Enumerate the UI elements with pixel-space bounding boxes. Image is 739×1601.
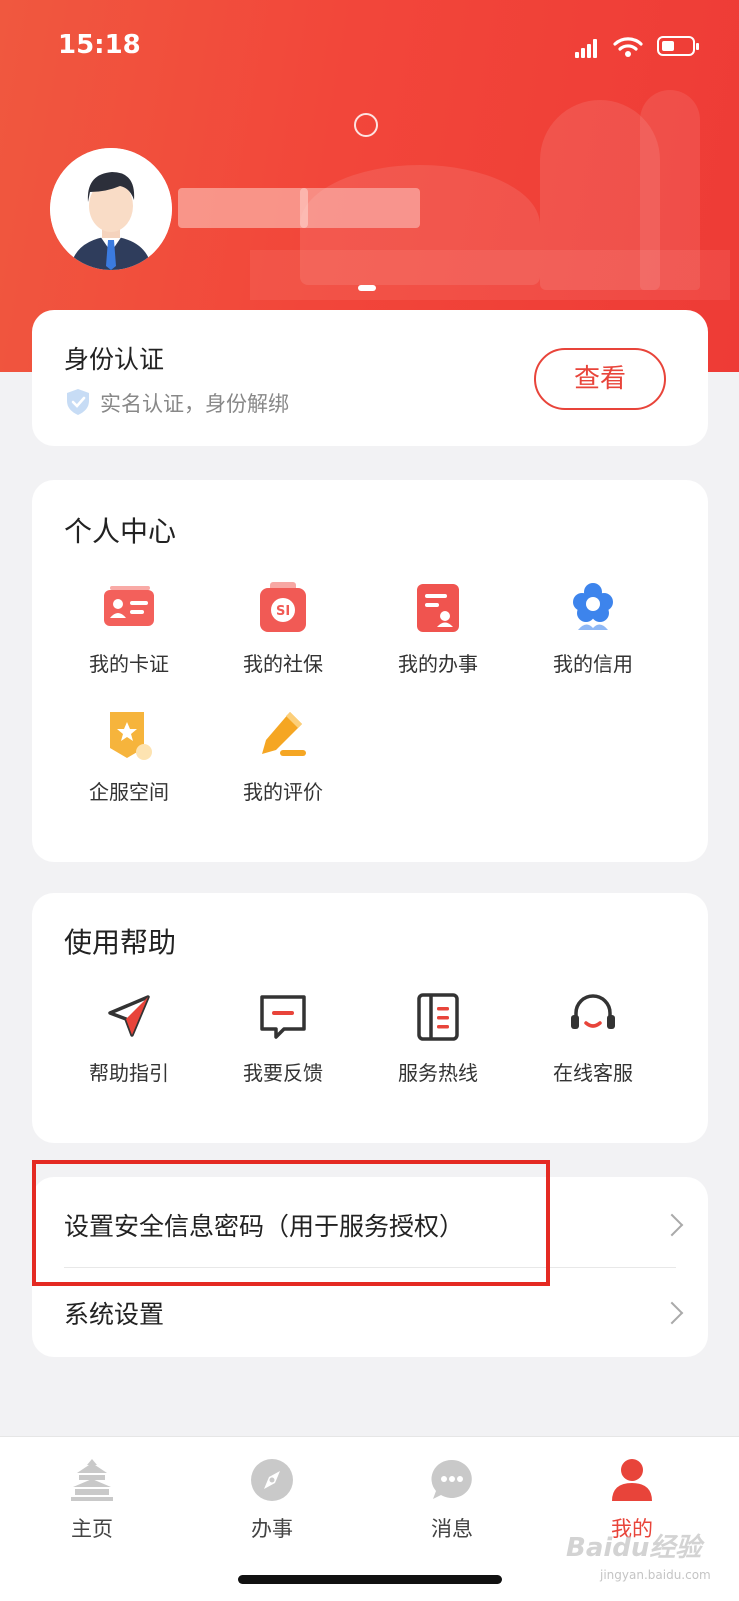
wifi-icon — [613, 37, 643, 57]
hotline-book-icon — [409, 989, 467, 1045]
grid-item-label: 我的评价 — [243, 780, 323, 804]
review-pen-icon — [254, 708, 312, 764]
annotation-highlight-box — [32, 1160, 550, 1286]
banner-page-indicator — [358, 285, 376, 291]
grid-item-label: 我的信用 — [553, 652, 633, 676]
grid-item-label: 帮助指引 — [89, 1061, 169, 1085]
identity-subtitle: 实名认证，身份解绑 — [100, 392, 289, 416]
list-item-system-settings[interactable]: 系统设置 — [64, 1295, 676, 1331]
masked-username — [300, 188, 420, 228]
grid-item-social-security[interactable]: SI 我的社保 — [204, 580, 362, 677]
battery-icon — [657, 36, 699, 56]
credit-flower-icon — [564, 580, 622, 636]
grid-item-label: 我的卡证 — [89, 652, 169, 676]
list-item-label: 系统设置 — [64, 1300, 165, 1329]
headset-icon — [564, 989, 622, 1045]
personal-center-card: 个人中心 我的卡证 SI 我的社保 我的办事 我的信用 企服空间 我的评价 — [32, 480, 708, 862]
avatar[interactable] — [50, 148, 172, 270]
grid-item-label: 在线客服 — [553, 1061, 633, 1085]
banner-decoration — [640, 90, 700, 290]
baidu-watermark-url: jingyan.baidu.com — [600, 1568, 711, 1582]
cellular-signal-icon — [575, 38, 601, 58]
grid-item-label: 我的办事 — [398, 652, 478, 676]
grid-item-enterprise-space[interactable]: 企服空间 — [50, 708, 208, 805]
view-button[interactable]: 查看 — [534, 348, 666, 410]
banner-ring-decoration — [354, 113, 378, 137]
tab-label: 主页 — [71, 1517, 113, 1541]
grid-item-online-service[interactable]: 在线客服 — [514, 989, 672, 1086]
grid-item-label: 我要反馈 — [243, 1061, 323, 1085]
id-card-icon — [100, 580, 158, 636]
tab-label: 办事 — [251, 1517, 293, 1541]
section-title: 使用帮助 — [64, 926, 177, 959]
temple-icon — [69, 1457, 115, 1503]
tab-label: 消息 — [431, 1517, 473, 1541]
chat-bubble-icon — [429, 1457, 475, 1503]
enterprise-star-icon — [100, 708, 158, 764]
grid-item-label: 服务热线 — [398, 1061, 478, 1085]
status-time: 15:18 — [58, 30, 141, 60]
grid-item-my-affairs[interactable]: 我的办事 — [359, 580, 517, 677]
section-title: 个人中心 — [64, 515, 177, 548]
grid-item-label: 我的社保 — [243, 652, 323, 676]
tab-affairs[interactable]: 办事 — [212, 1457, 332, 1543]
affairs-doc-icon — [409, 580, 467, 636]
grid-item-service-hotline[interactable]: 服务热线 — [359, 989, 517, 1086]
grid-item-feedback[interactable]: 我要反馈 — [204, 989, 362, 1086]
tab-messages[interactable]: 消息 — [392, 1457, 512, 1543]
grid-item-my-cards[interactable]: 我的卡证 — [50, 580, 208, 677]
tab-home[interactable]: 主页 — [32, 1457, 152, 1543]
identity-verification-card: 身份认证 实名认证，身份解绑 查看 — [32, 310, 708, 446]
usage-help-card: 使用帮助 帮助指引 我要反馈 服务热线 在线客服 — [32, 893, 708, 1143]
user-avatar-icon — [50, 148, 172, 270]
svg-text:SI: SI — [276, 604, 290, 619]
shield-check-icon — [67, 389, 89, 415]
feedback-message-icon — [254, 989, 312, 1045]
grid-item-label: 企服空间 — [89, 780, 169, 804]
identity-title: 身份认证 — [64, 345, 165, 374]
grid-item-my-credit[interactable]: 我的信用 — [514, 580, 672, 677]
masked-username — [178, 188, 308, 228]
baidu-watermark: Baidu经验 — [566, 1533, 702, 1563]
status-bar: 15:18 — [0, 0, 739, 90]
compass-icon — [249, 1457, 295, 1503]
grid-item-my-reviews[interactable]: 我的评价 — [204, 708, 362, 805]
person-icon — [609, 1457, 655, 1503]
navigation-arrow-icon — [100, 989, 158, 1045]
home-indicator — [238, 1575, 502, 1584]
social-security-icon: SI — [254, 580, 312, 636]
grid-item-help-guide[interactable]: 帮助指引 — [50, 989, 208, 1086]
